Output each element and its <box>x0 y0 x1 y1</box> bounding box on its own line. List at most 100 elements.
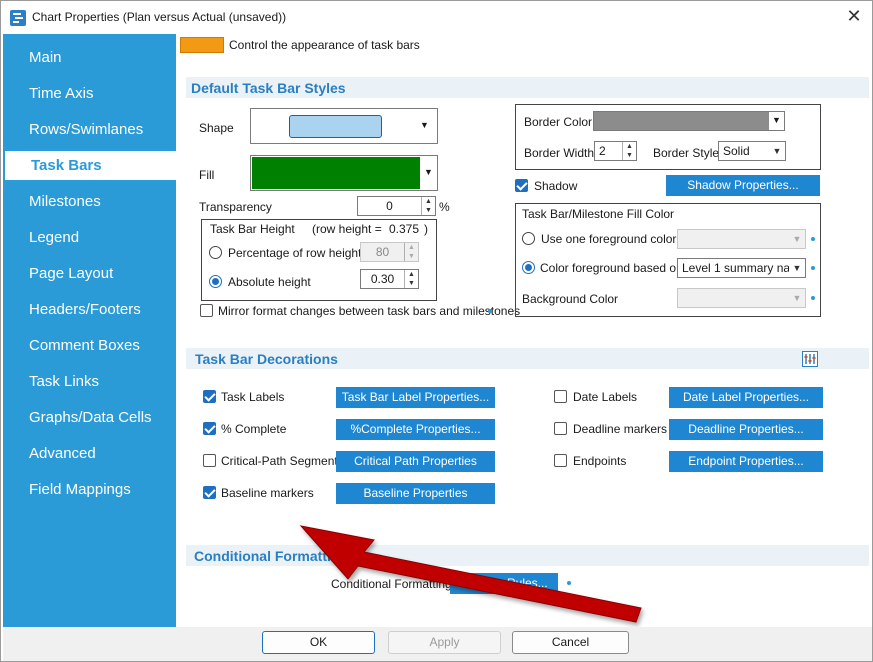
border-color-label: Border Color <box>524 115 593 129</box>
sidebar-item-time-axis[interactable]: Time Axis <box>3 79 176 108</box>
transparency-label: Transparency <box>199 200 272 214</box>
content-panel: Control the appearance of task bars Defa… <box>176 34 872 627</box>
fill-group-title: Task Bar/Milestone Fill Color <box>522 207 675 221</box>
decoration-settings-icon[interactable] <box>802 351 818 367</box>
percent-complete-checkbox[interactable] <box>203 422 216 435</box>
chart-properties-dialog: Chart Properties (Plan versus Actual (un… <box>0 0 873 662</box>
absolute-height-value: 0.30 <box>370 272 395 286</box>
task-labels-checkbox[interactable] <box>203 390 216 403</box>
info-dot-icon <box>811 296 815 300</box>
sidebar-item-page-layout[interactable]: Page Layout <box>3 259 176 288</box>
deadline-markers-label: Deadline markers <box>573 422 668 436</box>
default-styles-title: Default Task Bar Styles <box>191 80 346 96</box>
background-color-label: Background Color <box>522 292 619 306</box>
shape-label: Shape <box>199 121 234 135</box>
shape-dropdown[interactable]: ▼ <box>250 108 438 144</box>
sidebar-item-task-links[interactable]: Task Links <box>3 367 176 396</box>
sidebar-item-rows-swimlanes[interactable]: Rows/Swimlanes <box>3 115 176 144</box>
title-bar: Chart Properties (Plan versus Actual (un… <box>1 1 872 34</box>
close-icon[interactable]: ✕ <box>844 5 864 27</box>
task-labels-label: Task Labels <box>221 390 285 404</box>
transparency-stepper[interactable]: 0 ▲ ▼ <box>357 196 436 216</box>
border-width-stepper[interactable]: 2 ▲ ▼ <box>594 141 637 161</box>
chevron-down-icon: ▼ <box>424 167 433 177</box>
info-dot-icon <box>488 309 492 313</box>
color-based-radio[interactable] <box>522 261 535 274</box>
sidebar-item-main[interactable]: Main <box>3 43 176 72</box>
border-style-label: Border Style <box>653 146 720 160</box>
shadow-label: Shadow <box>534 179 578 193</box>
sidebar-item-advanced[interactable]: Advanced <box>3 439 176 468</box>
fill-dropdown[interactable]: ▼ <box>250 155 438 191</box>
sidebar-item-graphs-data-cells[interactable]: Graphs/Data Cells <box>3 403 176 432</box>
sidebar-item-task-bars[interactable]: Task Bars <box>5 151 176 180</box>
sidebar-item-headers-footers[interactable]: Headers/Footers <box>3 295 176 324</box>
background-color-dropdown[interactable]: ▼ <box>677 288 806 308</box>
fill-label: Fill <box>199 168 215 182</box>
color-based-label: Color foreground based on <box>540 261 683 275</box>
color-based-dropdown[interactable]: Level 1 summary name ▼ <box>677 258 806 278</box>
absolute-height-label: Absolute height <box>228 275 311 289</box>
chevron-down-icon: ▼ <box>772 115 781 125</box>
percentage-value: 80 <box>375 245 390 259</box>
row-height-close: ) <box>424 222 428 236</box>
mirror-format-label: Mirror format changes between task bars … <box>218 304 521 318</box>
one-foreground-dropdown[interactable]: ▼ <box>677 229 806 249</box>
critical-path-label: Critical-Path Segments <box>221 454 344 468</box>
apply-button[interactable]: Apply <box>388 631 501 654</box>
one-foreground-radio[interactable] <box>522 232 535 245</box>
percentage-radio[interactable] <box>209 246 222 259</box>
spin-arrows-icon[interactable]: ▲ ▼ <box>404 243 418 261</box>
border-color-dropdown[interactable]: ▼ <box>593 111 785 131</box>
shape-swatch <box>289 115 382 138</box>
shadow-properties-button[interactable]: Shadow Properties... <box>666 175 820 196</box>
row-height-value: 0.375 <box>389 222 420 236</box>
spin-arrows-icon[interactable]: ▲ ▼ <box>421 197 435 215</box>
critical-path-checkbox[interactable] <box>203 454 216 467</box>
decorations-title: Task Bar Decorations <box>195 351 338 367</box>
percent-complete-properties-button[interactable]: %Complete Properties... <box>336 419 495 440</box>
app-chart-icon <box>10 10 26 26</box>
page-description: Control the appearance of task bars <box>229 38 420 52</box>
task-bar-label-properties-button[interactable]: Task Bar Label Properties... <box>336 387 495 408</box>
chevron-down-icon: ▼ <box>420 120 429 130</box>
date-label-properties-button[interactable]: Date Label Properties... <box>669 387 823 408</box>
deadline-markers-checkbox[interactable] <box>554 422 567 435</box>
sidebar-item-legend[interactable]: Legend <box>3 223 176 252</box>
border-style-dropdown[interactable]: Solid ▼ <box>718 141 786 161</box>
sidebar-item-comment-boxes[interactable]: Comment Boxes <box>3 331 176 360</box>
endpoint-properties-button[interactable]: Endpoint Properties... <box>669 451 823 472</box>
chevron-down-icon: ▼ <box>792 293 802 303</box>
percentage-label: Percentage of row height <box>228 246 362 260</box>
absolute-height-stepper[interactable]: 0.30 ▲ ▼ <box>360 269 419 289</box>
shadow-checkbox[interactable] <box>515 179 528 192</box>
chevron-down-icon: ▼ <box>789 259 805 277</box>
mirror-format-checkbox[interactable] <box>200 304 213 317</box>
spin-arrows-icon[interactable]: ▲ ▼ <box>622 142 636 160</box>
chevron-down-icon: ▼ <box>792 234 802 244</box>
date-labels-checkbox[interactable] <box>554 390 567 403</box>
endpoints-label: Endpoints <box>573 454 627 468</box>
spin-arrows-icon[interactable]: ▲ ▼ <box>404 270 418 288</box>
one-foreground-label: Use one foreground color: <box>541 232 680 246</box>
percentage-stepper[interactable]: 80 ▲ ▼ <box>360 242 419 262</box>
transparency-value: 0 <box>386 199 393 213</box>
cancel-button[interactable]: Cancel <box>512 631 629 654</box>
sidebar-item-milestones[interactable]: Milestones <box>3 187 176 216</box>
color-based-value: Level 1 summary name <box>682 261 806 275</box>
height-group-title: Task Bar Height <box>210 222 295 236</box>
ok-button[interactable]: OK <box>262 631 375 654</box>
annotation-arrow <box>299 525 642 623</box>
border-width-label: Border Width <box>524 146 595 160</box>
absolute-height-radio[interactable] <box>209 275 222 288</box>
critical-path-properties-button[interactable]: Critical Path Properties <box>336 451 495 472</box>
deadline-properties-button[interactable]: Deadline Properties... <box>669 419 823 440</box>
dialog-footer: OK Apply Cancel <box>3 627 872 661</box>
transparency-unit: % <box>439 200 450 214</box>
header-color-bar <box>180 37 224 53</box>
sidebar-item-field-mappings[interactable]: Field Mappings <box>3 475 176 504</box>
endpoints-checkbox[interactable] <box>554 454 567 467</box>
baseline-markers-checkbox[interactable] <box>203 486 216 499</box>
border-style-value: Solid <box>723 144 750 158</box>
fill-swatch <box>252 157 420 189</box>
